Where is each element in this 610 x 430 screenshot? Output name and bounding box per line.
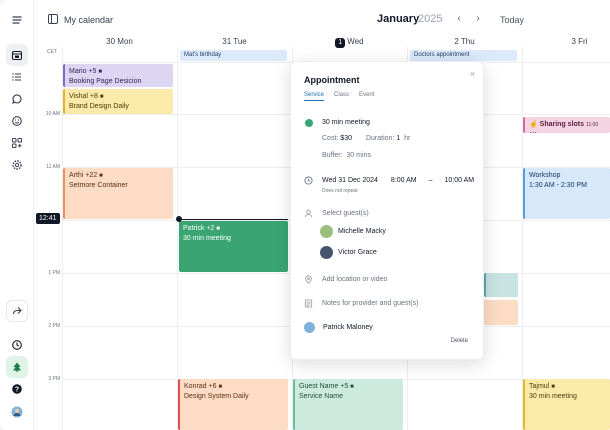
today-button[interactable]: Today <box>500 15 524 25</box>
current-time-badge: 12:41 <box>36 213 60 224</box>
location-pin-icon <box>304 275 313 284</box>
provider-row[interactable]: Patrick Maloney <box>304 322 373 333</box>
delete-button[interactable]: Delete <box>451 338 468 344</box>
calendar-title: My calendar <box>64 15 114 25</box>
service-color-icon <box>304 118 313 127</box>
avatar <box>304 322 315 333</box>
cost-row: Cost: $30 Duration: 1 hr <box>322 135 411 142</box>
hour-label-2pm: 2 PM <box>48 323 60 329</box>
datetime-row[interactable]: Wed 31 Dec 2024 8:00 AM – 10:00 AM <box>304 176 474 185</box>
event-patrick[interactable]: Patrick +2 ■ 30 min meeting <box>179 221 288 272</box>
service-name: 30 min meeting <box>322 119 370 126</box>
avatar <box>320 225 333 238</box>
hour-label-11am: 11 AM <box>46 164 60 170</box>
share-icon[interactable] <box>6 300 28 322</box>
tree-icon[interactable] <box>6 356 28 378</box>
help-icon[interactable]: ? <box>6 378 28 400</box>
timezone-label: CET <box>47 49 57 55</box>
guest-item[interactable]: Victor Grace <box>320 246 377 259</box>
chat-icon[interactable] <box>6 88 28 110</box>
panel-toggle-icon[interactable] <box>48 14 58 24</box>
sidebar: ? <box>0 0 34 430</box>
video-icon: ■ <box>216 226 220 232</box>
current-time-dot <box>176 216 182 222</box>
video-icon: ■ <box>98 69 103 75</box>
event-konrad[interactable]: Konrad +6 ■ Design System Daily <box>178 379 288 430</box>
event-mario[interactable]: Mario +5 ■ Booking Page Desicion <box>63 64 173 87</box>
clock-icon[interactable] <box>6 334 28 356</box>
guest-item[interactable]: Michelle Macky <box>320 225 386 238</box>
buffer-value: 30 <box>346 152 355 159</box>
tab-event[interactable]: Event <box>359 92 374 101</box>
svg-text:?: ? <box>15 386 19 393</box>
video-icon: ■ <box>99 173 103 179</box>
person-icon <box>304 209 313 218</box>
allday-event-mats-birthday[interactable]: Mat's birthday <box>180 50 287 61</box>
tab-service[interactable]: Service <box>304 92 325 101</box>
repeat-label[interactable]: Does not repeat <box>322 188 358 194</box>
month-label: January <box>377 13 420 25</box>
settings-icon[interactable] <box>6 154 28 176</box>
apps-icon[interactable] <box>6 132 28 154</box>
date-value: Wed 31 Dec 2024 <box>322 177 378 184</box>
clock-icon <box>304 176 313 185</box>
current-time-line <box>178 219 288 220</box>
profile-avatar[interactable] <box>6 401 28 423</box>
chevron-right-icon[interactable]: › <box>472 13 484 25</box>
notes-row[interactable]: Notes for provider and guest(s) <box>304 299 419 308</box>
list-icon[interactable] <box>6 66 28 88</box>
allday-event-doctors-appointment[interactable]: Doctors appointment <box>410 50 517 61</box>
avatar <box>320 246 333 259</box>
video-icon: ■ <box>551 384 555 390</box>
event-thu-block-2[interactable] <box>484 300 518 325</box>
cost-value: $30 <box>340 135 352 142</box>
notes-icon <box>304 299 313 308</box>
video-icon: ■ <box>99 94 104 100</box>
video-icon: ■ <box>350 384 354 390</box>
buffer-row: Buffer: 30 mins <box>322 152 371 159</box>
smiley-icon[interactable] <box>6 110 28 132</box>
close-icon[interactable]: × <box>470 69 475 79</box>
event-arthi[interactable]: Arthi +22 ■ Setmore Container <box>63 168 173 219</box>
event-guest[interactable]: Guest Name +5 ■ Service Name <box>293 379 403 430</box>
guests-row[interactable]: Select guest(s) <box>304 209 369 218</box>
event-workshop[interactable]: Workshop 1:30 AM - 2:30 PM <box>523 168 610 219</box>
chevron-left-icon[interactable]: ‹ <box>453 13 465 25</box>
top-bar: My calendar January 2025 ‹ › Today <box>34 0 610 36</box>
service-row[interactable]: 30 min meeting <box>304 118 370 127</box>
event-tajmul[interactable]: Tajmul ■ 30 min meeting <box>523 379 610 430</box>
hour-label-3pm: 3 PM <box>48 376 60 382</box>
video-icon: ■ <box>218 384 223 390</box>
calendar-icon[interactable] <box>6 44 28 66</box>
appointment-popup: × Appointment Service Class Event 30 min… <box>290 61 484 360</box>
tab-class[interactable]: Class <box>334 92 349 101</box>
year-label: 2025 <box>418 13 443 25</box>
end-time: 10:00 AM <box>444 177 475 184</box>
popup-title: Appointment <box>304 75 360 85</box>
hand-icon: ☝ <box>529 121 538 128</box>
start-time: 8:00 AM <box>390 177 417 184</box>
popup-tabs: Service Class Event <box>304 92 374 101</box>
calendar-app: ? My calendar January 2025 ‹ › Today 30 … <box>0 0 610 430</box>
hour-label-1pm: 1 PM <box>48 270 60 276</box>
event-vishal[interactable]: Vishal +8 ■ Brand Design Daily <box>63 89 173 114</box>
duration-value: 1 <box>396 135 401 142</box>
event-thu-block-1[interactable] <box>484 273 518 297</box>
menu-icon[interactable] <box>6 9 28 31</box>
location-row[interactable]: Add location or video <box>304 275 387 284</box>
event-sharing-slots[interactable]: ☝ Sharing slots 11:00 AM <box>523 117 610 133</box>
hour-label-10am: 10 AM <box>45 111 60 117</box>
